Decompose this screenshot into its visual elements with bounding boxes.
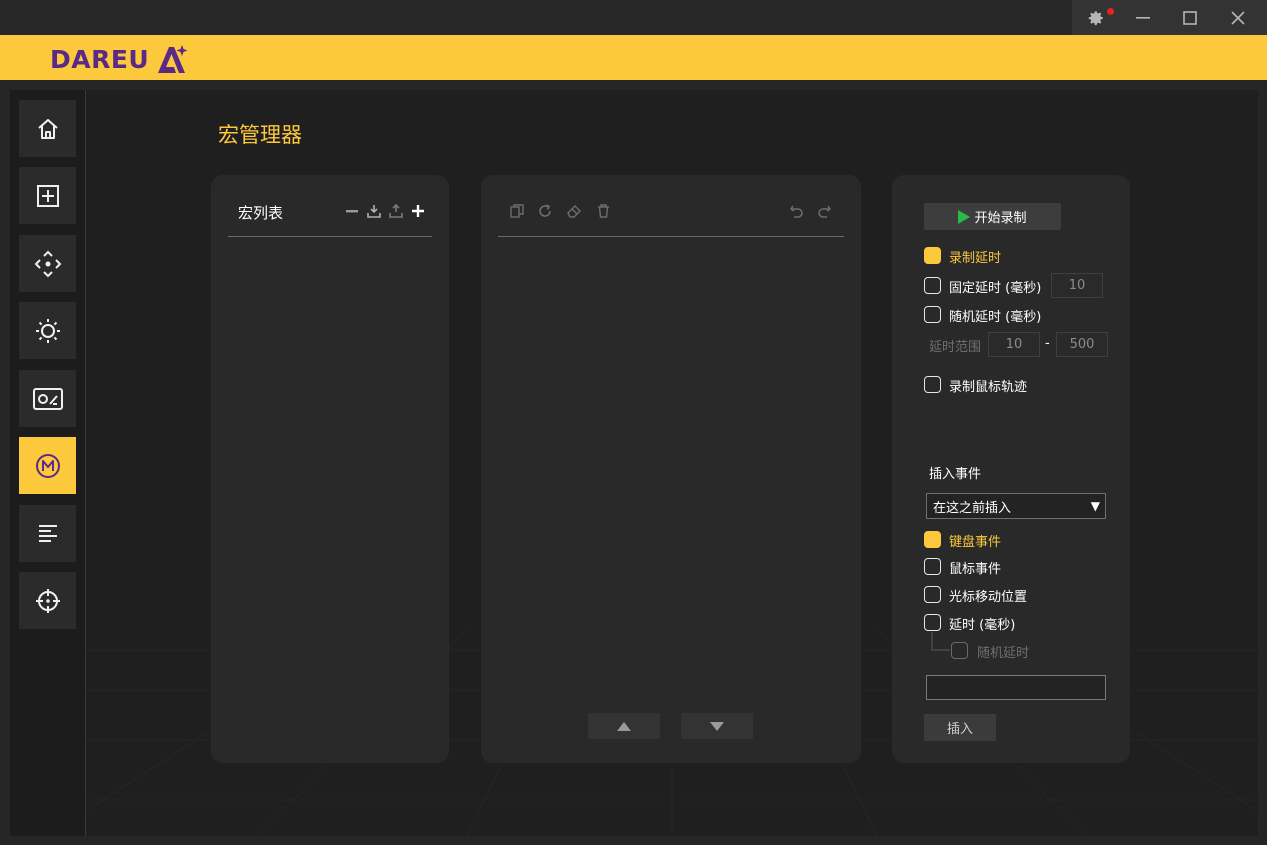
fixed-delay-label: 固定延时 (毫秒) — [949, 281, 1042, 296]
cursor-move-label: 光标移动位置 — [949, 590, 1028, 605]
remove-macro-button[interactable] — [344, 203, 360, 219]
insert-value-input[interactable] — [926, 675, 1106, 700]
move-down-icon — [710, 721, 724, 731]
copy-icon — [510, 204, 524, 218]
move-up-button[interactable] — [588, 713, 660, 739]
macro-list-divider — [228, 236, 432, 237]
delay-range-separator: - — [1045, 336, 1050, 351]
record-delay-label: 录制延时 — [949, 251, 1002, 266]
export-icon — [389, 204, 403, 218]
loop-button[interactable] — [537, 203, 553, 219]
insert-event-label: 插入事件 — [929, 467, 982, 482]
sidebar-item-calibration[interactable] — [19, 572, 76, 629]
fixed-delay-checkbox[interactable] — [924, 277, 941, 294]
delay-range-max-input[interactable]: 500 — [1056, 332, 1108, 357]
random-delay-checkbox[interactable] — [924, 306, 941, 323]
performance-icon — [32, 387, 63, 410]
tree-connector — [931, 632, 950, 651]
start-recording-button[interactable]: 开始录制 — [924, 203, 1061, 230]
sidebar-item-performance[interactable] — [19, 370, 76, 427]
macro-list-title: 宏列表 — [238, 204, 284, 222]
add-box-icon — [36, 184, 59, 207]
fixed-delay-input[interactable]: 10 — [1051, 273, 1103, 298]
delay-event-label: 延时 (毫秒) — [949, 618, 1016, 633]
record-delay-checkbox[interactable] — [924, 247, 941, 264]
redo-loop-icon — [539, 204, 551, 217]
settings-button[interactable] — [1072, 0, 1119, 35]
export-macro-button[interactable] — [388, 203, 404, 219]
crosshair-icon — [35, 588, 60, 613]
maximize-button[interactable] — [1166, 0, 1213, 35]
dropdown-arrow-icon: ▼ — [1090, 499, 1100, 513]
mouse-event-checkbox[interactable] — [924, 558, 941, 575]
macro-event-list[interactable] — [498, 240, 844, 700]
close-button[interactable] — [1214, 0, 1261, 35]
cursor-move-checkbox[interactable] — [924, 586, 941, 603]
undo-button[interactable] — [789, 203, 805, 219]
insert-position-value: 在这之前插入 — [933, 500, 1012, 516]
minimize-icon — [1135, 16, 1150, 19]
keyboard-event-checkbox[interactable] — [924, 531, 941, 548]
home-icon — [37, 118, 58, 139]
brand-name: DAREU — [50, 44, 150, 74]
add-macro-button[interactable] — [410, 203, 426, 219]
sidebar-item-macro[interactable] — [19, 437, 76, 494]
sidebar-item-lighting[interactable] — [19, 302, 76, 359]
brightness-icon — [35, 318, 60, 343]
sidebar-item-system[interactable] — [19, 505, 76, 562]
undo-icon — [790, 205, 803, 218]
gear-icon — [1088, 10, 1103, 25]
delay-range-label: 延时范围 — [929, 340, 982, 355]
move-up-icon — [617, 721, 631, 731]
maximize-icon — [1182, 10, 1197, 25]
import-icon — [367, 205, 381, 218]
copy-button[interactable] — [509, 203, 525, 219]
delete-button[interactable] — [595, 203, 611, 219]
delay-range-min-input[interactable]: 10 — [988, 332, 1040, 357]
move-arrows-icon — [34, 250, 61, 277]
brand-logo: DAREU — [50, 43, 191, 75]
macro-list[interactable] — [228, 240, 432, 750]
macro-editor-divider — [498, 236, 844, 237]
insert-button[interactable]: 插入 — [924, 714, 996, 741]
sidebar-item-dpi[interactable] — [19, 235, 76, 292]
clear-button[interactable] — [566, 203, 582, 219]
delay-event-checkbox[interactable] — [924, 614, 941, 631]
start-recording-label: 开始录制 — [974, 211, 1027, 226]
insert-position-select[interactable]: 在这之前插入 ▼ — [926, 493, 1106, 519]
random-delay-label: 随机延时 (毫秒) — [949, 310, 1042, 325]
trash-icon — [597, 204, 609, 218]
text-align-icon — [38, 524, 57, 542]
sidebar-item-home[interactable] — [19, 100, 76, 157]
record-mouse-checkbox[interactable] — [924, 376, 941, 393]
insert-random-delay-checkbox[interactable] — [951, 642, 968, 659]
sidebar — [10, 90, 86, 836]
brand-a-logo-icon — [158, 45, 188, 73]
macro-icon — [35, 453, 60, 478]
keyboard-event-label: 键盘事件 — [949, 535, 1002, 550]
page-title: 宏管理器 — [218, 123, 302, 147]
eraser-icon — [566, 205, 581, 218]
sidebar-item-key-assign[interactable] — [19, 167, 76, 224]
close-icon — [1230, 10, 1245, 25]
add-icon — [412, 205, 424, 217]
play-icon — [958, 209, 971, 224]
minimize-button[interactable] — [1119, 0, 1166, 35]
record-mouse-label: 录制鼠标轨迹 — [949, 380, 1028, 395]
redo-button[interactable] — [816, 203, 832, 219]
notification-dot — [1107, 8, 1114, 15]
mouse-event-label: 鼠标事件 — [949, 562, 1002, 577]
remove-icon — [346, 210, 358, 213]
insert-random-delay-label: 随机延时 — [977, 646, 1030, 661]
redo-icon — [818, 205, 831, 218]
import-macro-button[interactable] — [366, 203, 382, 219]
app-window: DAREU 宏管理器 宏列表 开始录制 录制延时 固定延时 (毫秒) 10 随机… — [0, 0, 1267, 845]
move-down-button[interactable] — [681, 713, 753, 739]
